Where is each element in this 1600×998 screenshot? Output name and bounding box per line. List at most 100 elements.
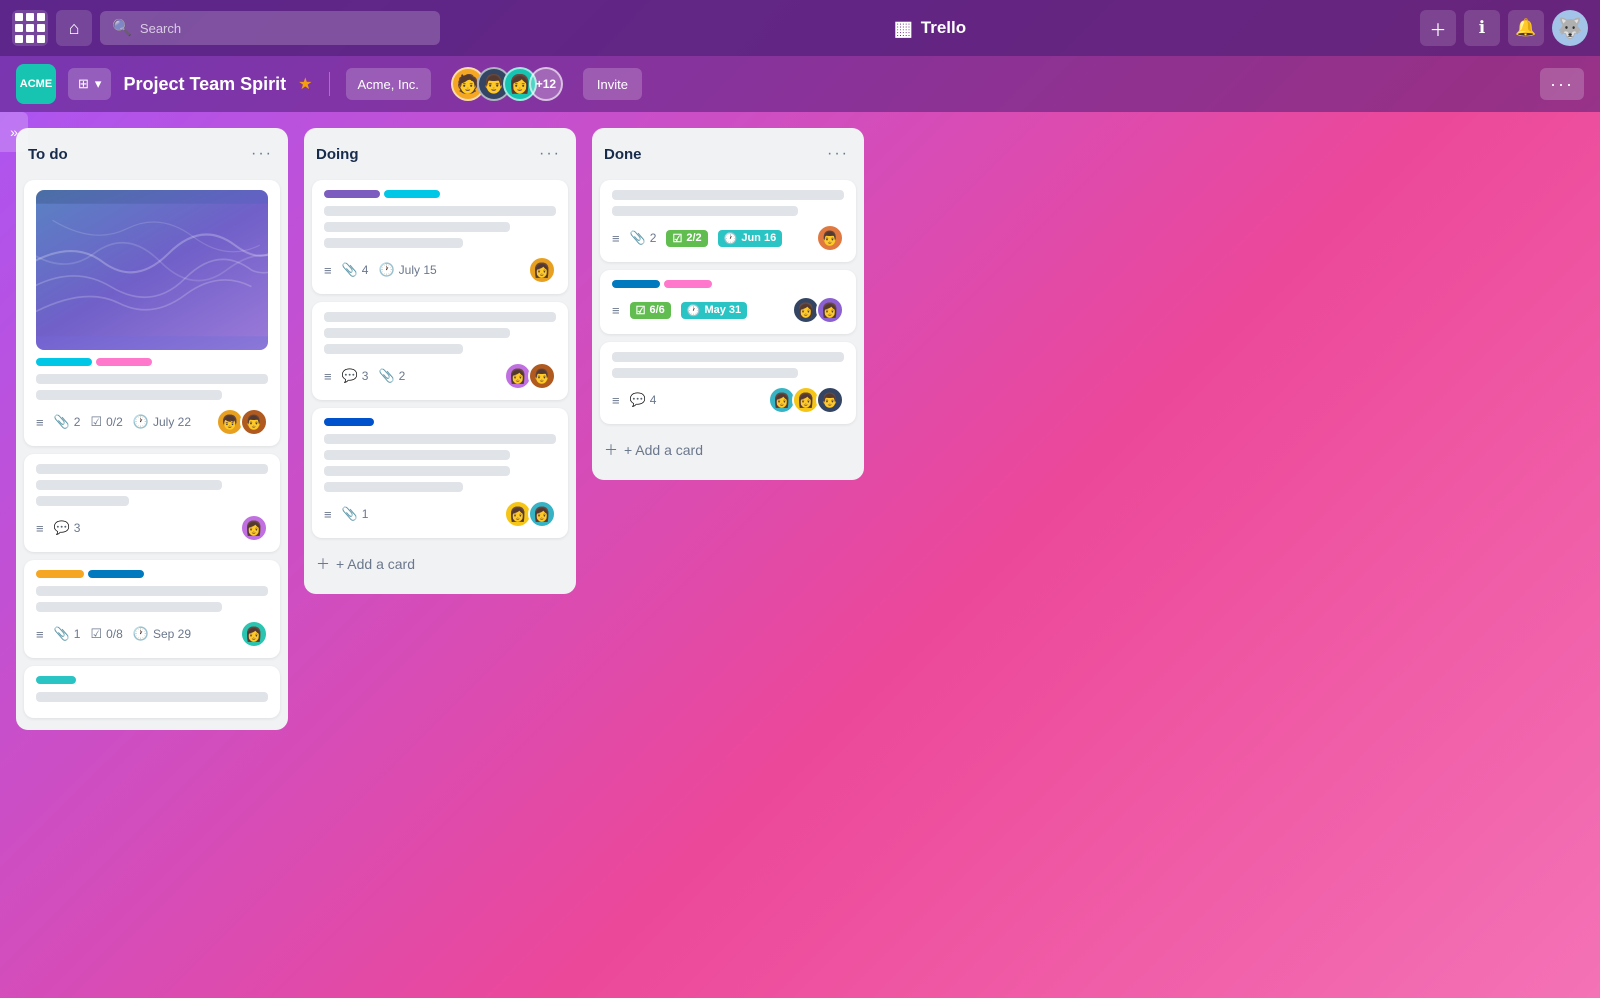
card-text-1 xyxy=(324,206,556,216)
list-icon: ≡ xyxy=(324,507,332,522)
chevron-down-icon: ▾ xyxy=(95,76,102,92)
card-footer: ≡ 📎 1 ☑ 0/8 🕐 Sep 29 👩 xyxy=(36,620,268,648)
add-card-doing[interactable]: ＋ + Add a card xyxy=(312,546,568,582)
bell-icon: 🔔 xyxy=(1515,18,1536,38)
trello-logo-icon: ▦ xyxy=(894,16,913,41)
plus-icon: ＋ xyxy=(316,554,330,574)
card-meta-checklist: ☑ 0/2 xyxy=(90,414,122,430)
card-todo-2[interactable]: ≡ 💬 3 👩 xyxy=(24,454,280,552)
plus-icon: ＋ xyxy=(1430,16,1447,41)
list-icon: ≡ xyxy=(36,627,44,642)
card-done-1[interactable]: ≡ 📎 2 ☑ 2/2 🕐 Jun 16 👨 xyxy=(600,180,856,262)
label-teal xyxy=(36,676,76,684)
dots-icon: ··· xyxy=(251,145,273,163)
user-avatar[interactable]: 🐺 xyxy=(1552,10,1588,46)
card-text-2 xyxy=(36,390,222,400)
list-doing: Doing ··· ≡ 📎 4 xyxy=(304,128,576,594)
card-footer: ≡ 💬 3 📎 2 👩 👨 xyxy=(324,362,556,390)
card-text-2 xyxy=(324,450,510,460)
card-avatars: 👩 xyxy=(528,256,556,284)
list-icon: ≡ xyxy=(612,231,620,246)
create-button[interactable]: ＋ xyxy=(1420,10,1456,46)
more-dots-icon: ··· xyxy=(1550,74,1574,95)
add-card-label: + Add a card xyxy=(336,556,415,572)
top-nav: ⌂ 🔍 Search ▦ Trello ＋ ℹ 🔔 🐺 xyxy=(0,0,1600,56)
card-done-3[interactable]: ≡ 💬 4 👩 👩 👨 xyxy=(600,342,856,424)
search-bar[interactable]: 🔍 Search xyxy=(100,11,440,45)
attachment-count: 4 xyxy=(362,263,369,277)
card-member-2: 👨 xyxy=(240,408,268,436)
card-meta-due: 🕐 July 22 xyxy=(133,414,191,430)
header-divider xyxy=(329,72,330,96)
list-doing-menu[interactable]: ··· xyxy=(536,140,564,168)
workspace-label[interactable]: Acme, Inc. xyxy=(346,68,431,100)
card-todo-1[interactable]: ≡ 📎 2 ☑ 0/2 🕐 July 22 👦 👨 xyxy=(24,180,280,446)
star-button[interactable]: ★ xyxy=(298,74,312,94)
due-badge: 🕐 Jun 16 xyxy=(718,230,783,247)
card-text-1 xyxy=(36,692,268,702)
card-member-1: 👨 xyxy=(816,224,844,252)
add-card-done[interactable]: ＋ + Add a card xyxy=(600,432,856,468)
card-text-2 xyxy=(36,480,222,490)
card-doing-1[interactable]: ≡ 📎 4 🕐 July 15 👩 xyxy=(312,180,568,294)
home-button[interactable]: ⌂ xyxy=(56,10,92,46)
invite-button[interactable]: Invite xyxy=(583,68,642,100)
card-meta-list: ≡ xyxy=(36,521,44,536)
due-date: May 31 xyxy=(704,304,741,316)
card-text-3 xyxy=(36,496,129,506)
comment-count: 3 xyxy=(74,521,81,535)
card-doing-3[interactable]: ≡ 📎 1 👩 👩 xyxy=(312,408,568,538)
card-done-2[interactable]: ≡ ☑ 6/6 🕐 May 31 👩 👩 xyxy=(600,270,856,334)
card-footer: ≡ 📎 2 ☑ 2/2 🕐 Jun 16 👨 xyxy=(612,224,844,252)
card-footer: ≡ ☑ 6/6 🕐 May 31 👩 👩 xyxy=(612,296,844,324)
list-done: Done ··· ≡ 📎 2 ☑ 2/2 xyxy=(592,128,864,480)
workspace-logo[interactable]: ACME xyxy=(16,64,56,104)
card-meta-list: ≡ xyxy=(612,231,620,246)
card-member-2: 👩 xyxy=(528,500,556,528)
list-todo-title: To do xyxy=(28,146,68,163)
nav-right-actions: ＋ ℹ 🔔 🐺 xyxy=(1420,10,1588,46)
attachment-count: 1 xyxy=(74,627,81,641)
card-avatars: 👨 xyxy=(816,224,844,252)
card-todo-3[interactable]: ≡ 📎 1 ☑ 0/8 🕐 Sep 29 👩 xyxy=(24,560,280,658)
cover-svg xyxy=(36,190,268,350)
card-doing-2[interactable]: ≡ 💬 3 📎 2 👩 👨 xyxy=(312,302,568,400)
card-text-4 xyxy=(324,482,463,492)
due-date: July 22 xyxy=(153,415,191,429)
list-doing-title: Doing xyxy=(316,146,359,163)
list-done-menu[interactable]: ··· xyxy=(824,140,852,168)
card-cover-image xyxy=(36,190,268,350)
label-purple xyxy=(324,190,380,198)
sidebar-toggle[interactable]: » xyxy=(0,112,28,152)
app-name: Trello xyxy=(921,18,966,38)
clock-icon: 🕐 xyxy=(378,262,394,278)
attachment-count: 2 xyxy=(399,369,406,383)
card-member-1: 👩 xyxy=(240,514,268,542)
card-text-2 xyxy=(612,368,798,378)
list-todo-menu[interactable]: ··· xyxy=(248,140,276,168)
card-avatars: 👦 👨 xyxy=(216,408,268,436)
card-text-1 xyxy=(612,352,844,362)
card-member-1: 👩 xyxy=(240,620,268,648)
comment-count: 4 xyxy=(650,393,657,407)
apps-button[interactable] xyxy=(12,10,48,46)
card-text-2 xyxy=(36,602,222,612)
board-more-button[interactable]: ··· xyxy=(1540,68,1584,100)
card-meta-attachments: 📎 4 xyxy=(342,262,369,278)
checklist-progress: 0/8 xyxy=(106,627,123,641)
info-button[interactable]: ℹ xyxy=(1464,10,1500,46)
member-count-badge[interactable]: +12 xyxy=(529,67,563,101)
clock-icon: 🕐 xyxy=(133,626,149,642)
card-labels xyxy=(324,418,556,426)
card-member-2: 👩 xyxy=(816,296,844,324)
card-member-2: 👨 xyxy=(528,362,556,390)
card-avatars: 👩 👩 xyxy=(504,500,556,528)
info-icon: ℹ xyxy=(1479,18,1485,38)
card-todo-4[interactable] xyxy=(24,666,280,718)
label-pink xyxy=(96,358,152,366)
notifications-button[interactable]: 🔔 xyxy=(1508,10,1544,46)
checklist-progress: 0/2 xyxy=(106,415,123,429)
card-avatars: 👩 xyxy=(240,620,268,648)
list-icon: ≡ xyxy=(612,303,620,318)
workspace-menu-button[interactable]: ⊞ ▾ xyxy=(68,68,111,100)
